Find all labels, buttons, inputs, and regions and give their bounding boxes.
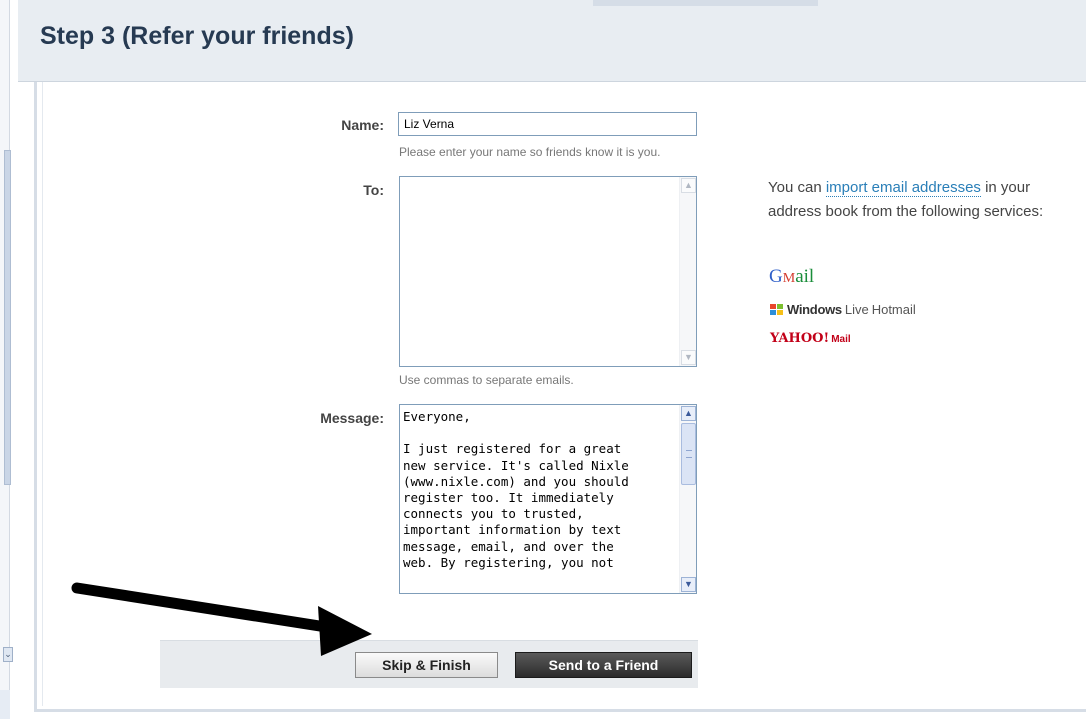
gmail-logo[interactable]: GMail xyxy=(769,266,814,288)
to-hint: Use commas to separate emails. xyxy=(399,373,574,387)
message-scrollbar[interactable]: ▲ ▼ xyxy=(679,405,696,593)
name-hint: Please enter your name so friends know i… xyxy=(399,145,661,159)
page-title: Step 3 (Refer your friends) xyxy=(40,22,354,50)
windows-flag-icon xyxy=(770,303,784,316)
import-text-before: You can xyxy=(768,179,826,196)
hotmail-logo[interactable]: Windows Live Hotmail xyxy=(770,302,916,317)
yahoo-mail-logo[interactable]: YAHOO! Mail xyxy=(770,331,851,346)
frame-divider xyxy=(42,82,43,706)
import-email-link[interactable]: import email addresses xyxy=(825,179,981,197)
gmail-logo-rest: ail xyxy=(795,266,815,287)
to-textarea[interactable]: ▲ ▼ xyxy=(399,176,697,367)
to-label: To: xyxy=(363,182,384,198)
chevron-down-icon[interactable]: ⌄ xyxy=(3,647,13,662)
name-label: Name: xyxy=(341,117,384,133)
skip-finish-button[interactable]: Skip & Finish xyxy=(355,652,498,678)
hotmail-windows-text: Windows xyxy=(787,302,842,317)
scrollbar-thumb[interactable] xyxy=(681,423,696,485)
grip-icon xyxy=(686,450,692,458)
to-scrollbar[interactable]: ▲ ▼ xyxy=(679,177,696,366)
name-input[interactable]: Liz Verna xyxy=(398,112,697,136)
browser-edge-lower xyxy=(0,690,10,719)
hotmail-name-text: Hotmail xyxy=(871,302,916,317)
message-textarea[interactable]: Everyone, I just registered for a great … xyxy=(399,404,697,594)
header-tab-strip xyxy=(593,0,818,6)
yahoo-text: YAHOO! xyxy=(770,331,830,346)
browser-scrollbar-thumb[interactable] xyxy=(4,150,11,485)
message-label: Message: xyxy=(320,410,384,426)
page-header: Step 3 (Refer your friends) xyxy=(18,0,1086,82)
send-to-friend-button[interactable]: Send to a Friend xyxy=(515,652,692,678)
scroll-up-arrow-icon[interactable]: ▲ xyxy=(681,178,696,193)
yahoo-mail-text: Mail xyxy=(831,334,851,345)
scroll-up-arrow-icon[interactable]: ▲ xyxy=(681,406,696,421)
scroll-down-arrow-icon[interactable]: ▼ xyxy=(681,577,696,592)
message-text: Everyone, I just registered for a great … xyxy=(403,409,629,570)
gmail-logo-g: G xyxy=(769,266,783,287)
import-instructions: You can import email addresses in your a… xyxy=(768,176,1068,224)
hotmail-live-text: Live xyxy=(844,302,869,317)
scroll-down-arrow-icon[interactable]: ▼ xyxy=(681,350,696,365)
gmail-logo-m: M xyxy=(782,271,796,286)
